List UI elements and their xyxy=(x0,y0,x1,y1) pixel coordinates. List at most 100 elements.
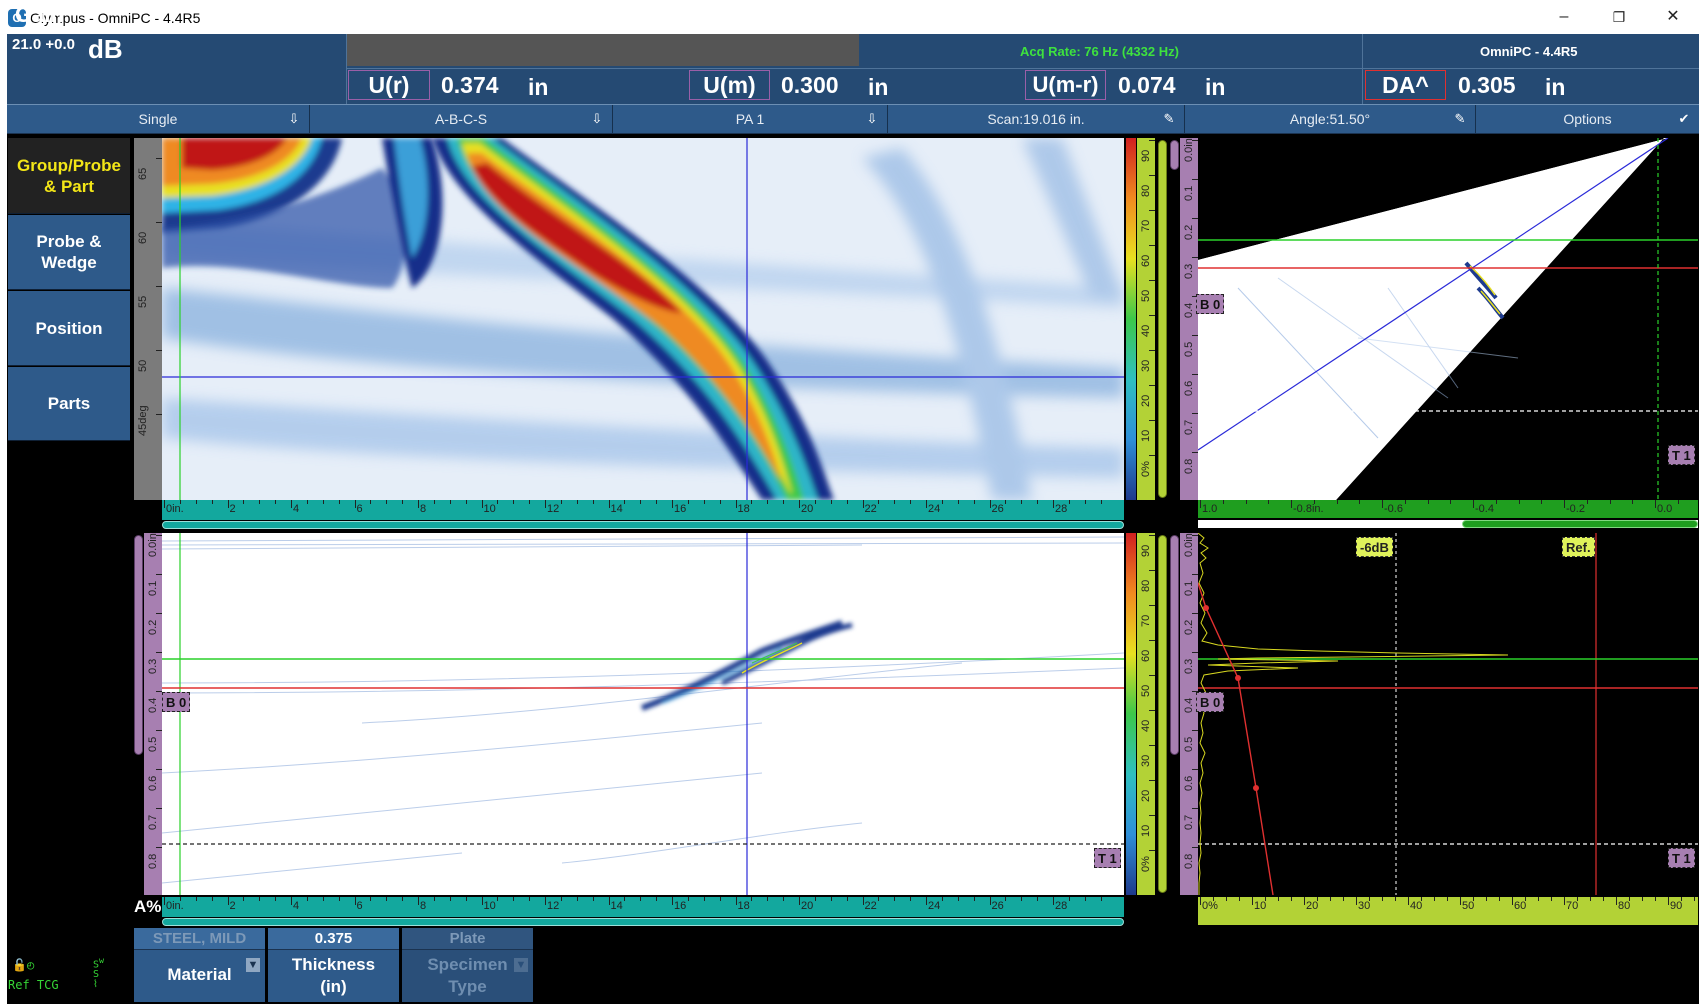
gain-title[interactable]: Gain xyxy=(15,2,64,28)
palette-bottom-scrollbar[interactable] xyxy=(1158,535,1167,893)
nav-parts[interactable]: Parts xyxy=(8,367,130,441)
ascan-ref-tag[interactable]: Ref. xyxy=(1562,537,1595,557)
layout-select-label: Single xyxy=(138,111,178,127)
ascan-depth-scrollbar[interactable] xyxy=(1170,535,1179,755)
tick-label: 55 xyxy=(137,295,149,308)
tick-label: 0.7 xyxy=(147,814,159,830)
minor-tick-mark xyxy=(465,897,467,901)
tick-mark xyxy=(227,897,229,905)
reading-ur-value: 0.374 xyxy=(441,72,499,98)
reading-umr-value: 0.074 xyxy=(1118,72,1176,98)
minor-tick-mark xyxy=(878,500,880,504)
minor-tick-mark xyxy=(656,500,658,504)
angle-field[interactable]: Angle:51.50° ✎ xyxy=(1185,105,1476,133)
bscan-horizontal-scrollbar[interactable] xyxy=(162,918,1124,926)
scan-position-field[interactable]: Scan:19.016 in. ✎ xyxy=(888,105,1185,133)
minor-tick-mark xyxy=(195,500,197,504)
tick-label: 22 xyxy=(864,900,877,912)
tick-label: 0.8 xyxy=(1183,853,1195,869)
minor-tick-mark xyxy=(894,500,896,504)
bscan-depth-scrollbar[interactable] xyxy=(134,535,143,755)
minor-tick-mark xyxy=(306,500,308,504)
nav-probe-wedge[interactable]: Probe & Wedge xyxy=(8,215,130,290)
tick-mark xyxy=(799,897,800,905)
color-palette-bottom[interactable] xyxy=(1126,533,1136,895)
minor-tick-mark xyxy=(560,500,562,504)
nav-group-probe-part[interactable]: Group/Probe & Part xyxy=(8,138,130,214)
tick-mark xyxy=(1149,175,1155,176)
thickness-control[interactable]: 0.375 Thickness (in) xyxy=(268,928,399,1002)
restore-button[interactable]: ❐ xyxy=(1596,4,1642,30)
sscan-depth-scrollbar[interactable] xyxy=(1170,140,1179,170)
minor-tick-mark xyxy=(211,500,213,504)
tick-mark xyxy=(481,897,483,905)
ascan-depth-ticks: 0.0in 0.1 0.2 0.3 0.4 0.5 0.6 0.7 0.8 xyxy=(1180,533,1198,895)
sscan-view[interactable] xyxy=(1198,138,1698,500)
minimize-button[interactable]: – xyxy=(1541,4,1587,30)
reading-um-label[interactable]: U(m) xyxy=(689,70,770,100)
minor-tick-mark xyxy=(1021,500,1023,504)
cscan-view[interactable] xyxy=(162,138,1124,500)
tick-label: 80 xyxy=(1140,184,1152,197)
reading-ur-label[interactable]: U(r) xyxy=(348,70,430,100)
close-button[interactable]: ✕ xyxy=(1650,4,1696,30)
color-palette-top[interactable] xyxy=(1126,138,1136,500)
tick-label: 0% xyxy=(1140,856,1152,872)
reading-ur-unit: in xyxy=(528,74,549,100)
gain-value[interactable]: 21.0 +0.0 xyxy=(12,36,75,53)
reading-um-value: 0.300 xyxy=(781,72,839,98)
ascan-b0-tag[interactable]: B 0 xyxy=(1196,692,1225,712)
minor-tick-mark xyxy=(767,500,769,504)
minor-tick-mark xyxy=(1213,897,1214,901)
view-select[interactable]: A-B-C-S ⇩ xyxy=(310,105,613,133)
nav-position[interactable]: Position xyxy=(8,291,130,366)
tick-label: 50 xyxy=(1140,289,1152,302)
minor-tick-mark xyxy=(1330,897,1331,901)
minor-tick-mark xyxy=(386,897,388,901)
reading-da-label[interactable]: DA^ xyxy=(1365,70,1446,100)
palette-top-scrollbar[interactable] xyxy=(1158,140,1167,498)
bscan-b0-tag[interactable]: B 0 xyxy=(162,692,191,712)
tick-label: 12 xyxy=(547,900,560,912)
tick-mark xyxy=(1564,897,1565,905)
sscan-horizontal-scrollbar[interactable] xyxy=(1462,520,1698,528)
minor-tick-mark xyxy=(592,897,594,901)
layout-select[interactable]: Single ⇩ xyxy=(7,105,310,133)
tick-label: 0.6 xyxy=(1183,380,1195,396)
tick-label: 0.4 xyxy=(147,697,159,713)
bscan-t1-tag[interactable]: T 1 xyxy=(1094,848,1121,868)
minor-tick-mark xyxy=(846,500,848,504)
group-select-label: PA 1 xyxy=(735,111,765,127)
minor-tick-mark xyxy=(973,500,975,504)
reading-umr-label[interactable]: U(m-r) xyxy=(1025,70,1106,100)
tick-mark xyxy=(354,500,356,508)
tick-mark xyxy=(164,897,165,905)
tick-mark xyxy=(1564,500,1565,508)
minor-tick-mark xyxy=(497,897,499,901)
material-control[interactable]: STEEL, MILD Material ▼ xyxy=(134,928,265,1002)
tick-label: 90 xyxy=(1140,149,1152,162)
minor-tick-mark xyxy=(1541,500,1543,504)
cscan-horizontal-scrollbar[interactable] xyxy=(162,521,1124,529)
download-arrow-icon: ⇩ xyxy=(591,111,603,126)
minor-tick-mark xyxy=(640,897,642,901)
tick-mark xyxy=(1053,897,1054,905)
bscan-view[interactable] xyxy=(162,533,1124,895)
sscan-depth-ticks: 0.0in 0.1 0.2 0.3 0.4 0.5 0.6 0.7 0.8 xyxy=(1180,138,1198,500)
minor-tick-mark xyxy=(1609,500,1611,504)
amplitude-corner-label: A% xyxy=(134,897,162,916)
sscan-t1-tag[interactable]: T 1 xyxy=(1668,445,1695,465)
tick-mark xyxy=(545,897,546,905)
ascan-view[interactable] xyxy=(1198,533,1698,895)
sscan-b0-tag[interactable]: B 0 xyxy=(1196,294,1225,314)
group-select[interactable]: PA 1 ⇩ xyxy=(613,105,888,133)
ascan-t1-tag[interactable]: T 1 xyxy=(1668,848,1695,868)
minor-tick-mark xyxy=(592,500,594,504)
minor-tick-mark xyxy=(497,500,499,504)
options-button[interactable]: Options ✔ xyxy=(1476,105,1699,133)
ascan-6db-tag[interactable]: -6dB xyxy=(1356,537,1393,557)
reading-umr-unit: in xyxy=(1205,74,1226,100)
minor-tick-mark xyxy=(751,897,753,901)
tick-label: 14 xyxy=(610,503,623,515)
minor-tick-mark xyxy=(370,500,372,504)
